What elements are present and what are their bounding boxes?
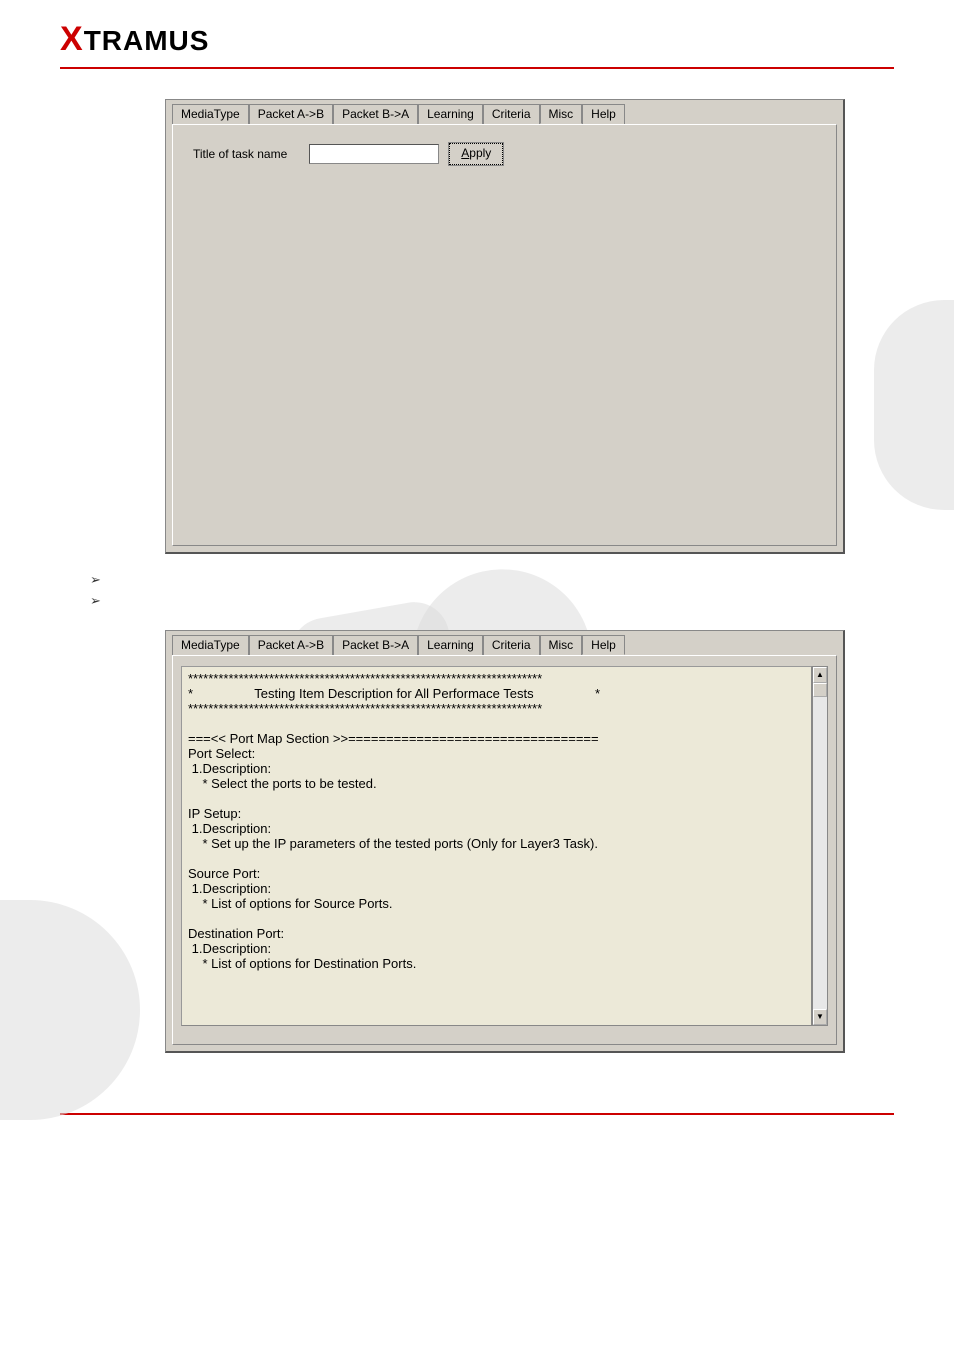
tab-mediatype[interactable]: MediaType: [172, 104, 249, 124]
apply-button[interactable]: Apply: [449, 143, 503, 165]
tab-packet-ab[interactable]: Packet A->B: [249, 635, 333, 655]
watermark-shape: [0, 900, 140, 1120]
brand-rest: TRAMUS: [84, 25, 210, 56]
help-textarea: ****************************************…: [181, 666, 812, 1026]
tab-learning[interactable]: Learning: [418, 104, 483, 124]
bullet-arrow-icon: ➢: [90, 570, 104, 591]
help-tab-body: ****************************************…: [173, 656, 836, 1044]
footer-divider: [60, 1113, 894, 1115]
scroll-up-icon[interactable]: ▲: [813, 667, 827, 683]
scroll-down-icon[interactable]: ▼: [813, 1009, 827, 1025]
tab-misc[interactable]: Misc: [540, 635, 583, 655]
tab-criteria[interactable]: Criteria: [483, 104, 540, 124]
tab-mediatype[interactable]: MediaType: [172, 635, 249, 655]
header-divider: [60, 67, 894, 69]
bullet-arrow-icon: ➢: [90, 591, 104, 612]
tab-criteria[interactable]: Criteria: [483, 635, 540, 655]
tab-packet-ba[interactable]: Packet B->A: [333, 104, 418, 124]
panel-misc: MediaType Packet A->B Packet B->A Learni…: [165, 99, 845, 554]
tab-learning[interactable]: Learning: [418, 635, 483, 655]
task-title-input[interactable]: [309, 144, 439, 164]
watermark-shape: [874, 300, 954, 510]
brand-logo: XTRAMUS: [60, 25, 209, 56]
page-header: XTRAMUS: [60, 20, 894, 59]
scrollbar[interactable]: ▲ ▼: [812, 666, 828, 1026]
tab-packet-ba[interactable]: Packet B->A: [333, 635, 418, 655]
tab-help[interactable]: Help: [582, 635, 625, 655]
tab-help[interactable]: Help: [582, 104, 625, 124]
panel-help: MediaType Packet A->B Packet B->A Learni…: [165, 630, 845, 1053]
tab-strip-1: MediaType Packet A->B Packet B->A Learni…: [166, 100, 843, 124]
task-title-label: Title of task name: [193, 147, 287, 161]
tab-strip-2: MediaType Packet A->B Packet B->A Learni…: [166, 631, 843, 655]
misc-tab-body: Title of task name Apply: [173, 125, 836, 545]
scroll-track[interactable]: [813, 683, 827, 1009]
tab-packet-ab[interactable]: Packet A->B: [249, 104, 333, 124]
tab-misc[interactable]: Misc: [540, 104, 583, 124]
brand-x: X: [60, 20, 84, 58]
scroll-thumb[interactable]: [813, 683, 827, 697]
